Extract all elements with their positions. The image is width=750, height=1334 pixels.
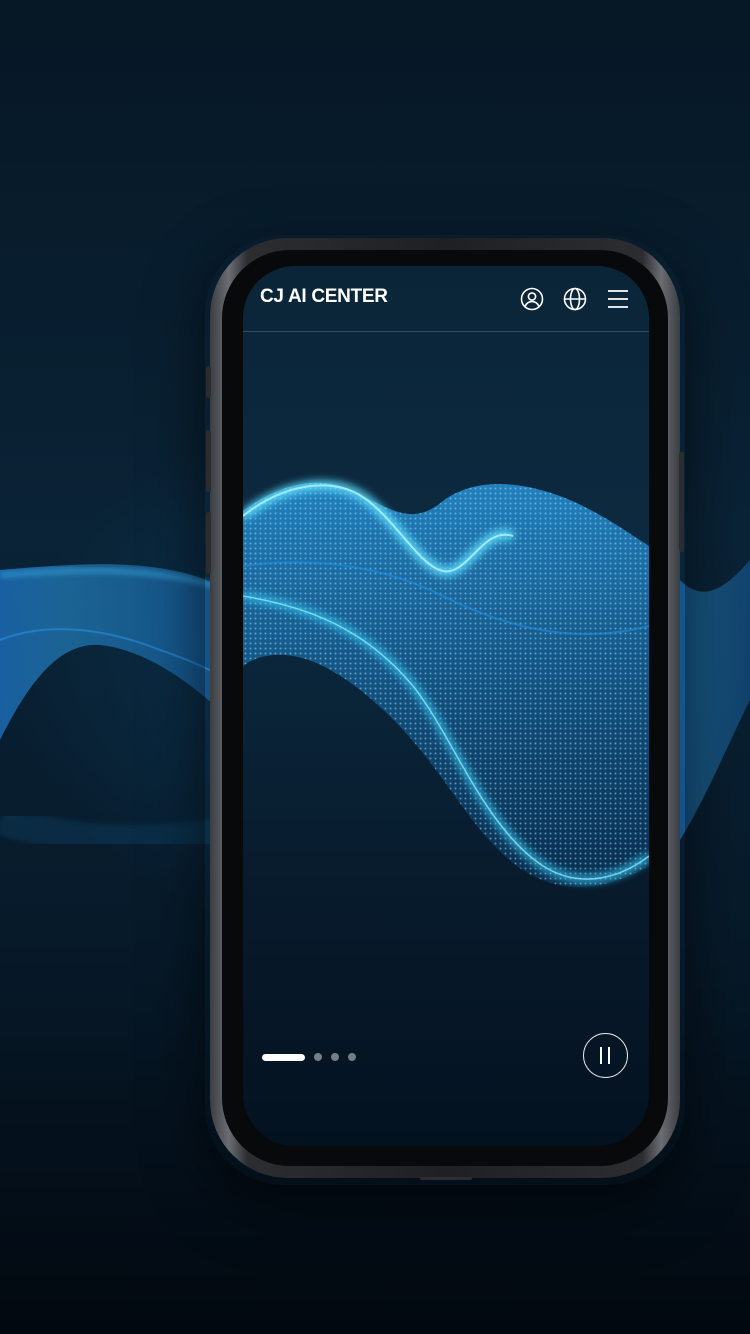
pagination-dot-4[interactable]: [348, 1053, 356, 1061]
pagination-dot-1[interactable]: [262, 1053, 305, 1061]
pagination-dot-3[interactable]: [331, 1053, 339, 1061]
site-header: CJ AI CENTER: [243, 266, 649, 332]
phone-volume-down-button: [206, 512, 211, 574]
cj-ai-center-logo[interactable]: CJ AI CENTER: [260, 286, 388, 308]
hamburger-menu-icon[interactable]: [606, 287, 630, 311]
user-circle-icon[interactable]: [520, 287, 544, 311]
phone-bottom-speaker: [420, 1177, 472, 1180]
hero-wave-graphic: [243, 480, 649, 887]
pagination-dot-2[interactable]: [314, 1053, 322, 1061]
promo-stage: CJ AI CENTER: [0, 0, 750, 1334]
phone-screen: CJ AI CENTER: [243, 266, 649, 1146]
phone-silent-switch: [206, 366, 211, 398]
globe-icon[interactable]: [563, 287, 587, 311]
phone-power-button: [679, 452, 684, 552]
slide-pagination: [262, 1053, 356, 1061]
phone-volume-up-button: [206, 430, 211, 492]
pause-button[interactable]: [583, 1033, 628, 1078]
